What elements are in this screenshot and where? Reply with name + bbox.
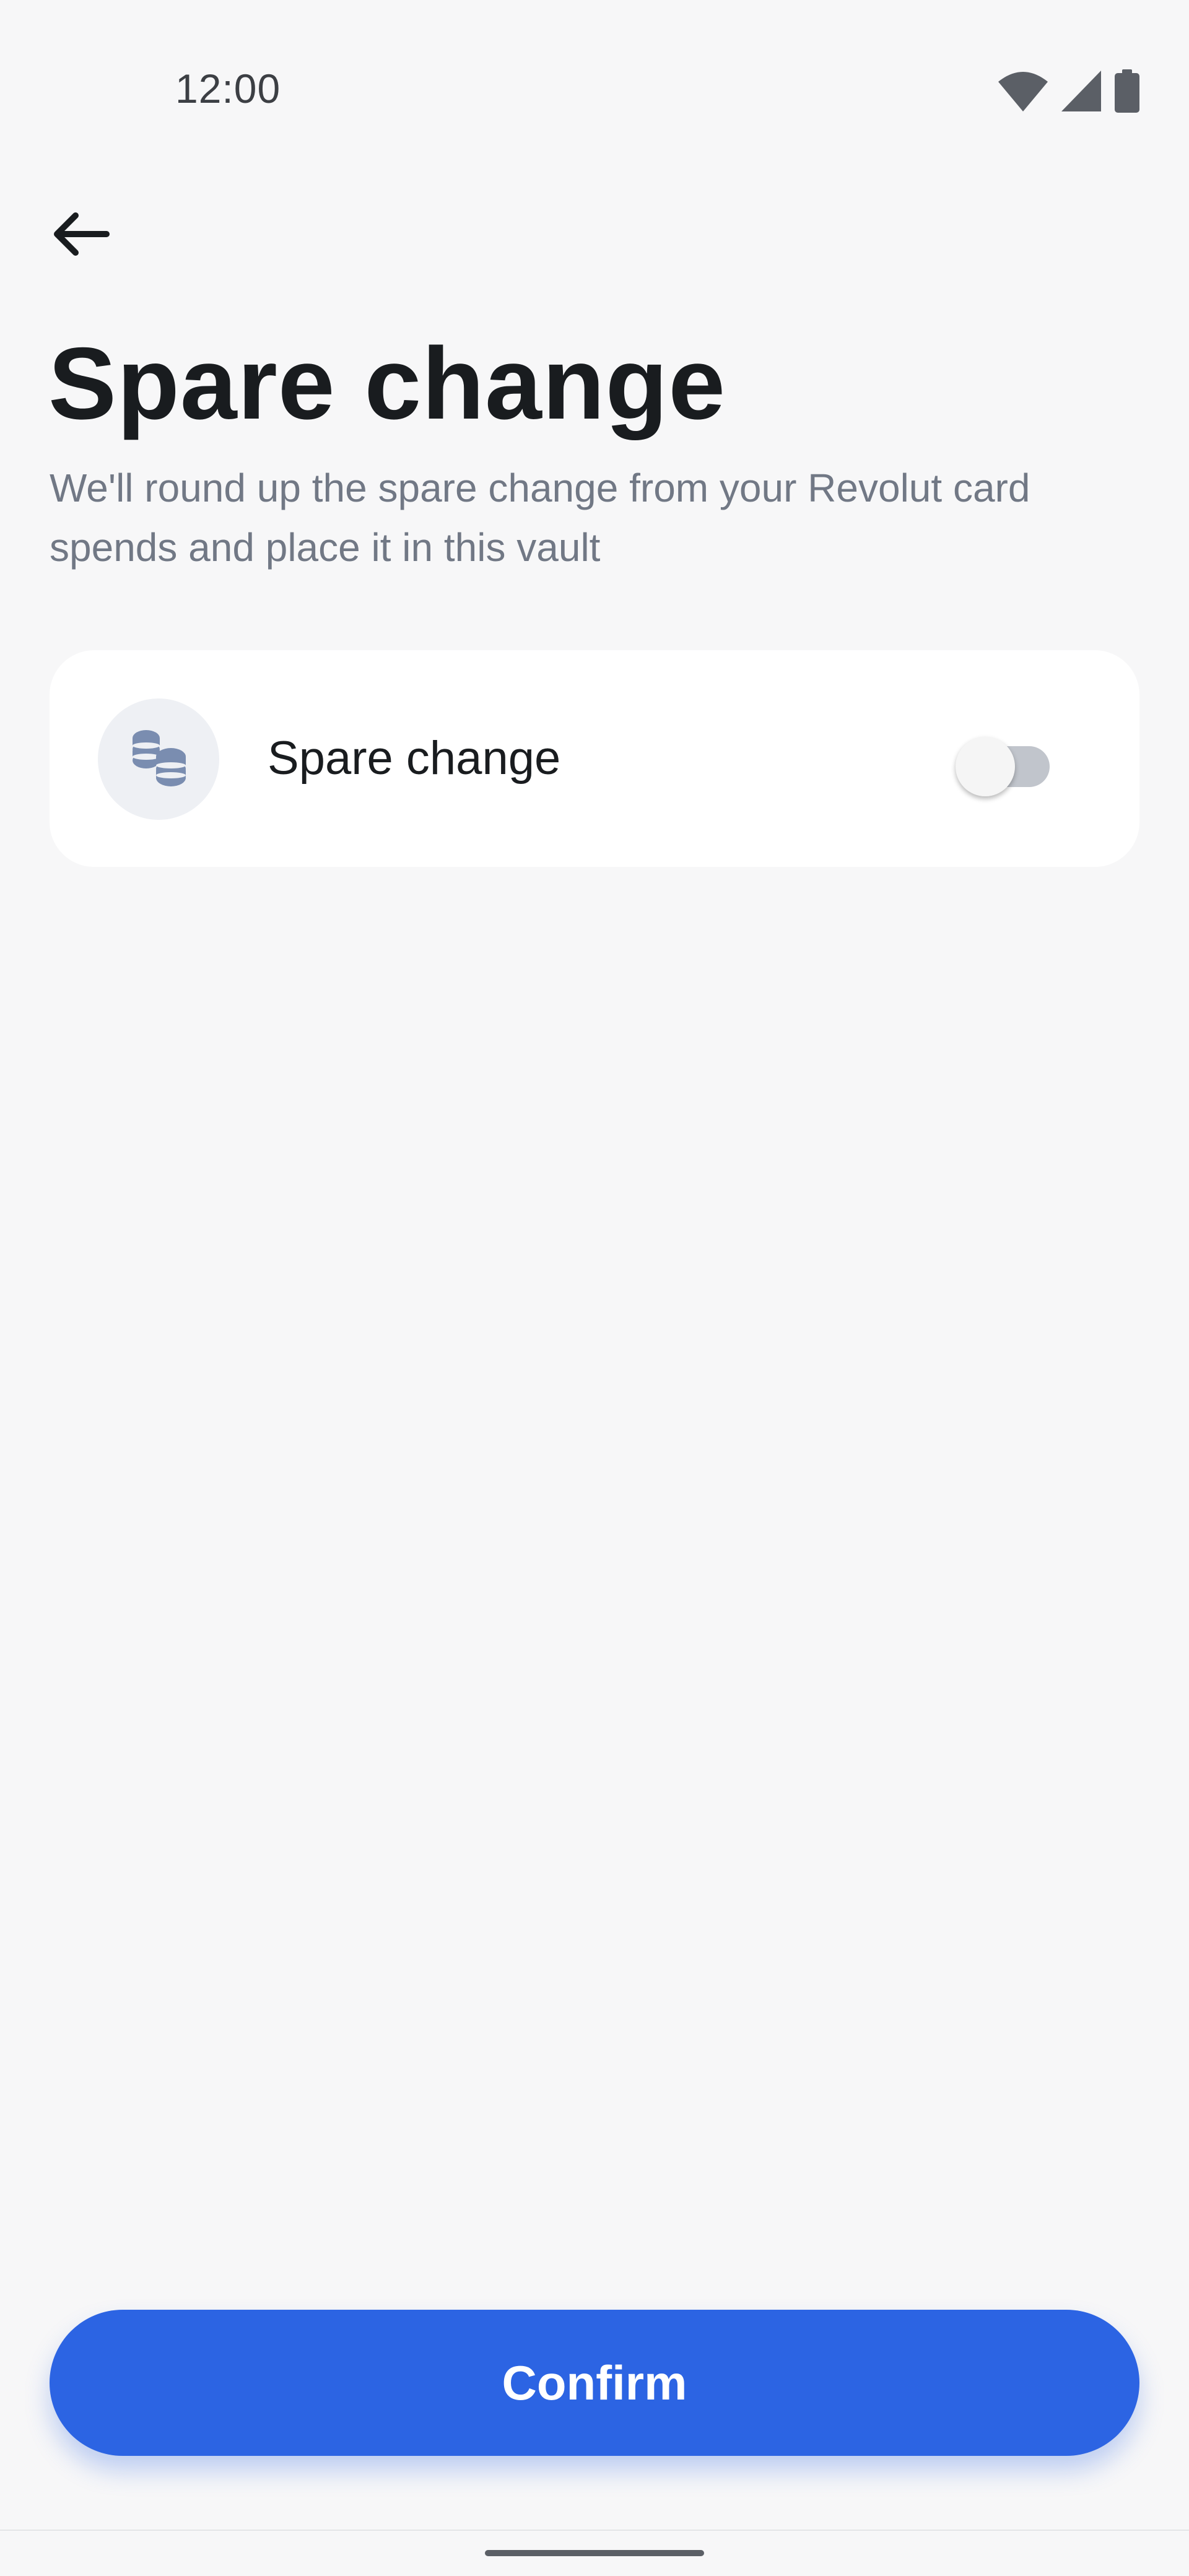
status-time: 12:00	[175, 66, 281, 111]
arrow-left-icon	[51, 209, 110, 262]
spare-change-setting-card: Spare change	[50, 650, 1139, 867]
spare-change-toggle[interactable]	[951, 728, 1050, 796]
coin-avatar	[98, 698, 219, 820]
toggle-thumb	[956, 737, 1015, 796]
wifi-icon	[998, 71, 1048, 115]
page-subtitle: We'll round up the spare change from you…	[50, 466, 1030, 570]
status-bar: 12:00	[0, 0, 1189, 186]
confirm-button[interactable]: Confirm	[50, 2310, 1139, 2456]
setting-label: Spare change	[268, 732, 561, 785]
status-icons	[998, 69, 1139, 116]
screen: 12:00 Spare change We'll round up the sp…	[0, 0, 1189, 2576]
coins-icon	[128, 728, 189, 791]
cellular-signal-icon	[1061, 71, 1101, 115]
page-title: Spare change	[48, 326, 726, 440]
home-indicator[interactable]	[485, 2550, 704, 2556]
back-button[interactable]	[43, 198, 118, 272]
battery-icon	[1115, 69, 1139, 116]
nav-divider	[0, 2530, 1189, 2531]
